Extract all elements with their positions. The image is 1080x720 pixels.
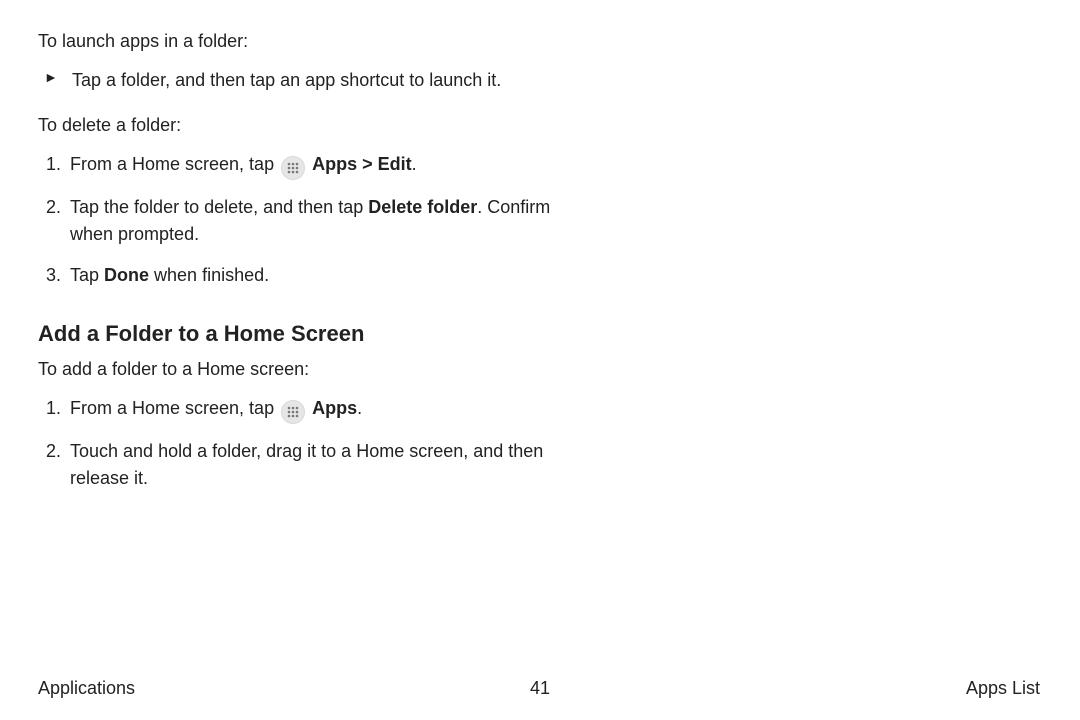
text: Tap the folder to delete, and then tap bbox=[70, 197, 368, 217]
document-page: To launch apps in a folder: Tap a folder… bbox=[0, 0, 1080, 720]
list-item: From a Home screen, tap Apps. bbox=[66, 395, 586, 424]
footer-left: Applications bbox=[38, 675, 135, 702]
separator: > bbox=[357, 154, 378, 174]
edit-label: Edit bbox=[378, 154, 412, 174]
launch-list: Tap a folder, and then tap an app shortc… bbox=[38, 67, 586, 94]
list-item: Tap Done when finished. bbox=[66, 262, 586, 289]
apps-label: Apps bbox=[312, 154, 357, 174]
page-number: 41 bbox=[530, 675, 550, 702]
text: From a Home screen, tap bbox=[70, 398, 279, 418]
text: . bbox=[357, 398, 362, 418]
text: . bbox=[412, 154, 417, 174]
add-steps: From a Home screen, tap Apps. Touch and … bbox=[38, 395, 586, 492]
footer-right: Apps List bbox=[966, 675, 1040, 702]
apps-icon bbox=[281, 156, 305, 180]
text: Tap bbox=[70, 265, 104, 285]
list-item: From a Home screen, tap Apps > Edit. bbox=[66, 151, 586, 180]
list-item: Touch and hold a folder, drag it to a Ho… bbox=[66, 438, 586, 492]
apps-label: Apps bbox=[312, 398, 357, 418]
add-intro: To add a folder to a Home screen: bbox=[38, 356, 558, 383]
text: From a Home screen, tap bbox=[70, 154, 279, 174]
add-folder-heading: Add a Folder to a Home Screen bbox=[38, 317, 1040, 350]
done-label: Done bbox=[104, 265, 149, 285]
list-item: Tap the folder to delete, and then tap D… bbox=[66, 194, 586, 248]
delete-folder-label: Delete folder bbox=[368, 197, 477, 217]
launch-intro: To launch apps in a folder: bbox=[38, 28, 558, 55]
page-footer: Applications 41 Apps List bbox=[0, 675, 1080, 702]
list-item: Tap a folder, and then tap an app shortc… bbox=[66, 67, 586, 94]
apps-icon bbox=[281, 400, 305, 424]
text: when finished. bbox=[149, 265, 269, 285]
delete-steps: From a Home screen, tap Apps > Edit. Tap… bbox=[38, 151, 586, 289]
delete-intro: To delete a folder: bbox=[38, 112, 558, 139]
